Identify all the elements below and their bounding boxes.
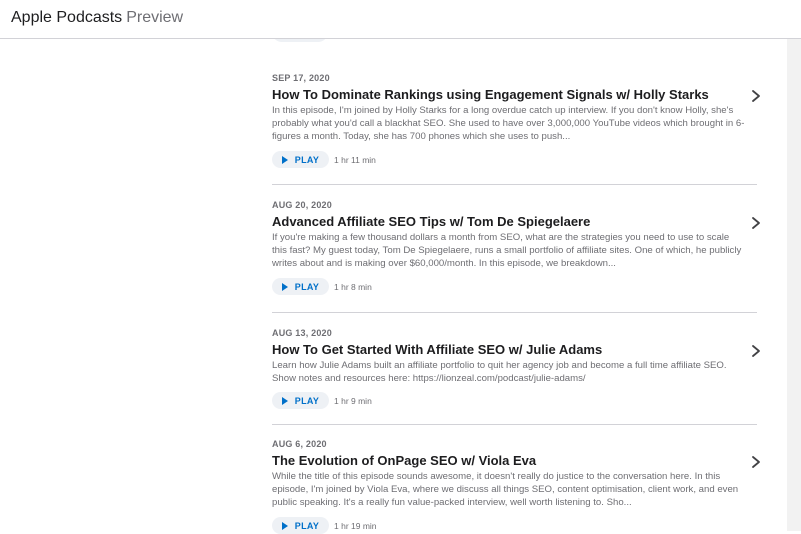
episode-date: AUG 6, 2020 — [272, 439, 327, 449]
episode-date: SEP 17, 2020 — [272, 73, 330, 83]
episode-description: If you're making a few thousand dollars … — [272, 232, 742, 269]
play-row: PLAY 1 hr 11 min — [272, 151, 376, 168]
header-bar: Apple Podcasts Preview — [0, 0, 801, 39]
episode-item: AUG 20, 2020 Advanced Affiliate SEO Tips… — [272, 185, 760, 313]
episode-description: In this episode, I'm joined by Holly Sta… — [272, 105, 745, 142]
play-icon — [281, 396, 288, 405]
episode-duration: 1 hr 11 min — [334, 154, 376, 165]
episode-title[interactable]: The Evolution of OnPage SEO w/ Viola Eva — [272, 453, 742, 469]
play-button[interactable]: PLAY — [272, 517, 329, 534]
brand-name: Apple Podcasts — [11, 9, 123, 26]
play-label: PLAY — [294, 281, 320, 292]
play-row: PLAY 1 hr 8 min — [272, 278, 372, 295]
play-label: PLAY — [294, 395, 320, 406]
play-label: PLAY — [294, 154, 320, 165]
play-label: PLAY — [294, 520, 320, 531]
episode-date: AUG 20, 2020 — [272, 200, 332, 210]
play-icon — [281, 155, 288, 164]
play-button[interactable]: PLAY — [272, 278, 329, 295]
play-row: PLAY 1 hr 9 min — [272, 392, 372, 409]
episode-item: AUG 6, 2020 The Evolution of OnPage SEO … — [272, 425, 760, 534]
chevron-right-icon[interactable] — [750, 455, 762, 469]
brand-logo[interactable]: Apple Podcasts Preview — [11, 8, 183, 28]
episode-duration: 1 hr 9 min — [334, 395, 372, 406]
episode-item: AUG 13, 2020 How To Get Started With Aff… — [272, 313, 760, 425]
play-row: PLAY 1 hr 19 min — [272, 517, 377, 534]
play-button[interactable]: PLAY — [272, 392, 329, 409]
episode-duration: 1 hr 19 min — [334, 520, 377, 531]
episode-description: While the title of this episode sounds a… — [272, 471, 739, 508]
episode-date: AUG 13, 2020 — [272, 328, 332, 338]
play-button[interactable]: PLAY — [272, 151, 329, 168]
episode-title[interactable]: How To Dominate Rankings using Engagemen… — [272, 87, 742, 103]
play-icon — [281, 521, 288, 530]
episode-item: SEP 17, 2020 How To Dominate Rankings us… — [272, 38, 760, 185]
chevron-right-icon[interactable] — [750, 344, 762, 358]
scrollbar[interactable] — [787, 0, 801, 531]
brand-suffix: Preview — [126, 9, 184, 26]
chevron-right-icon[interactable] — [750, 89, 762, 103]
episode-title[interactable]: Advanced Affiliate SEO Tips w/ Tom De Sp… — [272, 214, 742, 230]
episode-duration: 1 hr 8 min — [334, 281, 372, 292]
chevron-right-icon[interactable] — [750, 216, 762, 230]
episode-title[interactable]: How To Get Started With Affiliate SEO w/… — [272, 342, 742, 358]
episode-description: Learn how Julie Adams built an affiliate… — [272, 360, 727, 384]
play-icon — [281, 282, 288, 291]
